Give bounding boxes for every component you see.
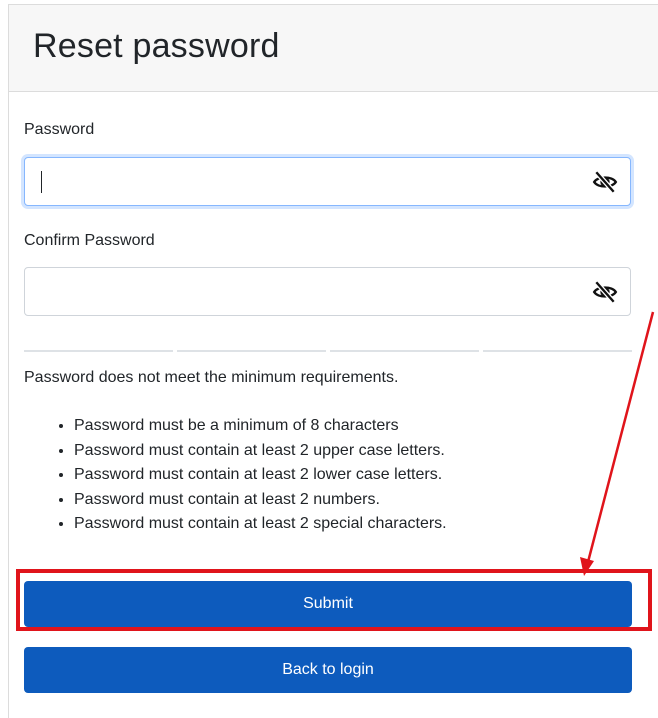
strength-segment	[177, 350, 326, 352]
back-to-login-button[interactable]: Back to login	[24, 647, 632, 693]
password-field-wrapper	[24, 157, 631, 206]
confirm-password-field-wrapper	[24, 267, 631, 316]
requirement-item: Password must contain at least 2 lower c…	[74, 463, 447, 488]
text-caret	[41, 171, 42, 193]
strength-segment	[330, 350, 479, 352]
confirm-password-input[interactable]	[37, 276, 581, 308]
page-title: Reset password	[33, 27, 280, 65]
confirm-password-label: Confirm Password	[24, 232, 155, 249]
requirement-item: Password must contain at least 2 special…	[74, 512, 447, 537]
strength-segment	[483, 350, 632, 352]
requirement-item: Password must contain at least 2 upper c…	[74, 439, 447, 464]
eye-slash-icon[interactable]	[592, 279, 618, 305]
requirements-list: Password must be a minimum of 8 characte…	[34, 414, 447, 537]
password-warning: Password does not meet the minimum requi…	[24, 369, 399, 386]
requirement-item: Password must be a minimum of 8 characte…	[74, 414, 447, 439]
password-strength-meter	[24, 350, 632, 352]
card-header: Reset password	[9, 5, 658, 92]
strength-segment	[24, 350, 173, 352]
requirement-item: Password must contain at least 2 numbers…	[74, 488, 447, 513]
password-input[interactable]	[37, 166, 581, 198]
password-label: Password	[24, 121, 95, 138]
submit-button[interactable]: Submit	[24, 581, 632, 627]
eye-slash-icon[interactable]	[592, 169, 618, 195]
